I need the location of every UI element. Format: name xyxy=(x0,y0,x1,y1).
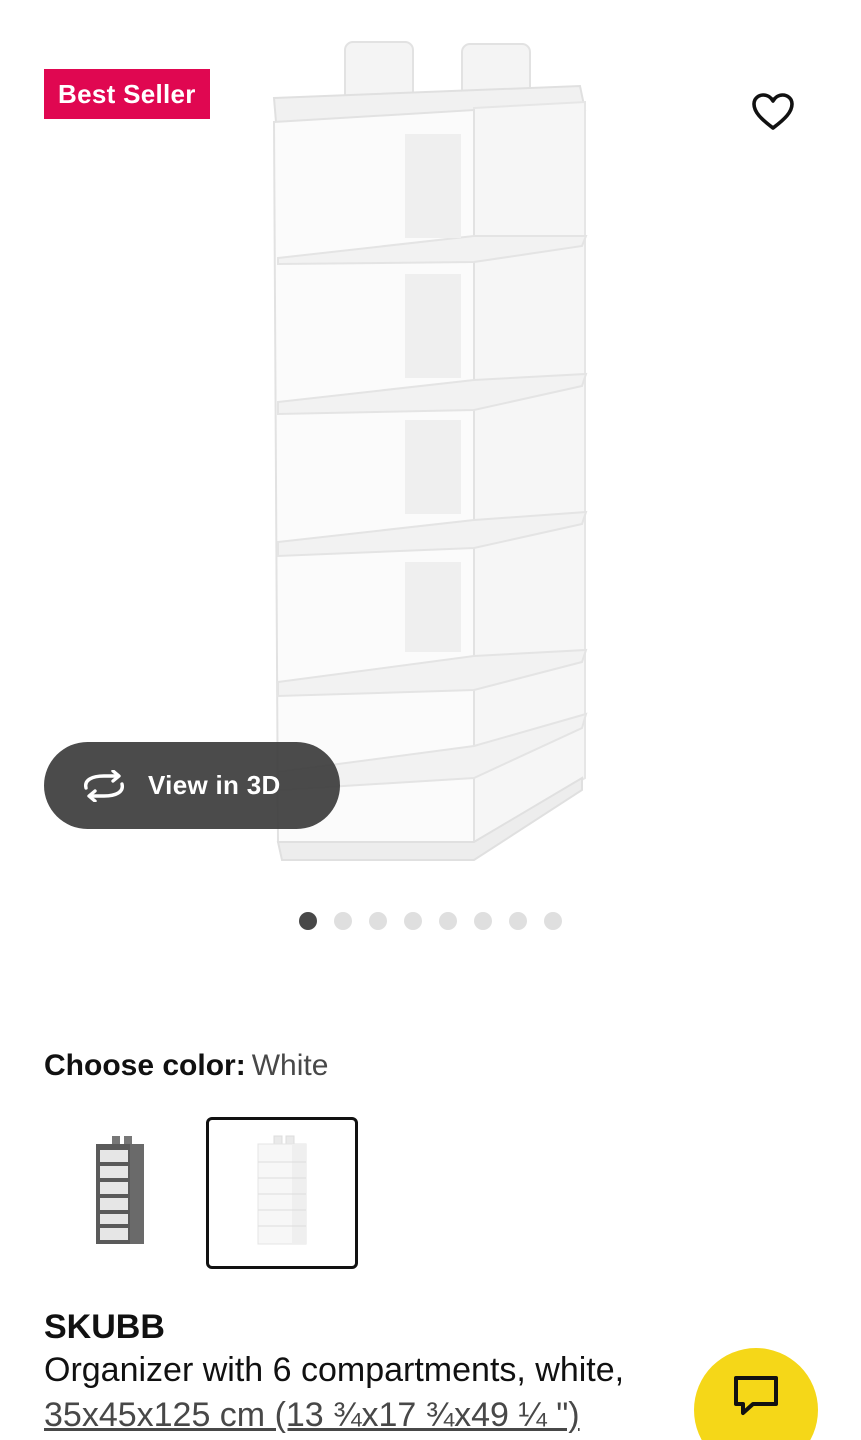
carousel-dot[interactable] xyxy=(369,912,387,930)
carousel-dot[interactable] xyxy=(439,912,457,930)
carousel-dot[interactable] xyxy=(544,912,562,930)
view-in-3d-button[interactable]: View in 3D xyxy=(44,742,340,829)
carousel-dot[interactable] xyxy=(474,912,492,930)
carousel-dot[interactable] xyxy=(509,912,527,930)
color-option-white[interactable] xyxy=(206,1117,358,1269)
rotate-3d-icon xyxy=(80,769,130,803)
dark-gray-organizer-thumbnail xyxy=(96,1136,144,1244)
color-heading-label: Choose color: xyxy=(44,1049,246,1082)
color-option-dark-gray[interactable] xyxy=(44,1117,196,1269)
product-description: Organizer with 6 compartments, white, xyxy=(44,1351,625,1389)
carousel-dot[interactable] xyxy=(299,912,317,930)
carousel-dot[interactable] xyxy=(404,912,422,930)
white-organizer-thumbnail xyxy=(257,1135,307,1245)
best-seller-badge: Best Seller xyxy=(44,69,210,119)
view-in-3d-label: View in 3D xyxy=(148,770,281,800)
heart-icon xyxy=(752,93,794,130)
color-heading: Choose color: White xyxy=(44,1046,328,1086)
carousel-dot[interactable] xyxy=(334,912,352,930)
product-measurements-link[interactable]: 35x45x125 cm (13 ¾x17 ¾x49 ¼ ") xyxy=(44,1393,580,1437)
chat-bubble-icon xyxy=(734,1376,778,1415)
selected-color-value: White xyxy=(251,1049,329,1082)
color-selector: Choose color: White xyxy=(44,1046,328,1086)
favorite-button[interactable] xyxy=(743,82,803,142)
chat-button[interactable] xyxy=(694,1348,818,1440)
product-name: SKUBB xyxy=(44,1308,165,1346)
product-gallery[interactable]: Best Seller View in 3D xyxy=(0,0,861,960)
carousel-dots xyxy=(0,910,861,932)
